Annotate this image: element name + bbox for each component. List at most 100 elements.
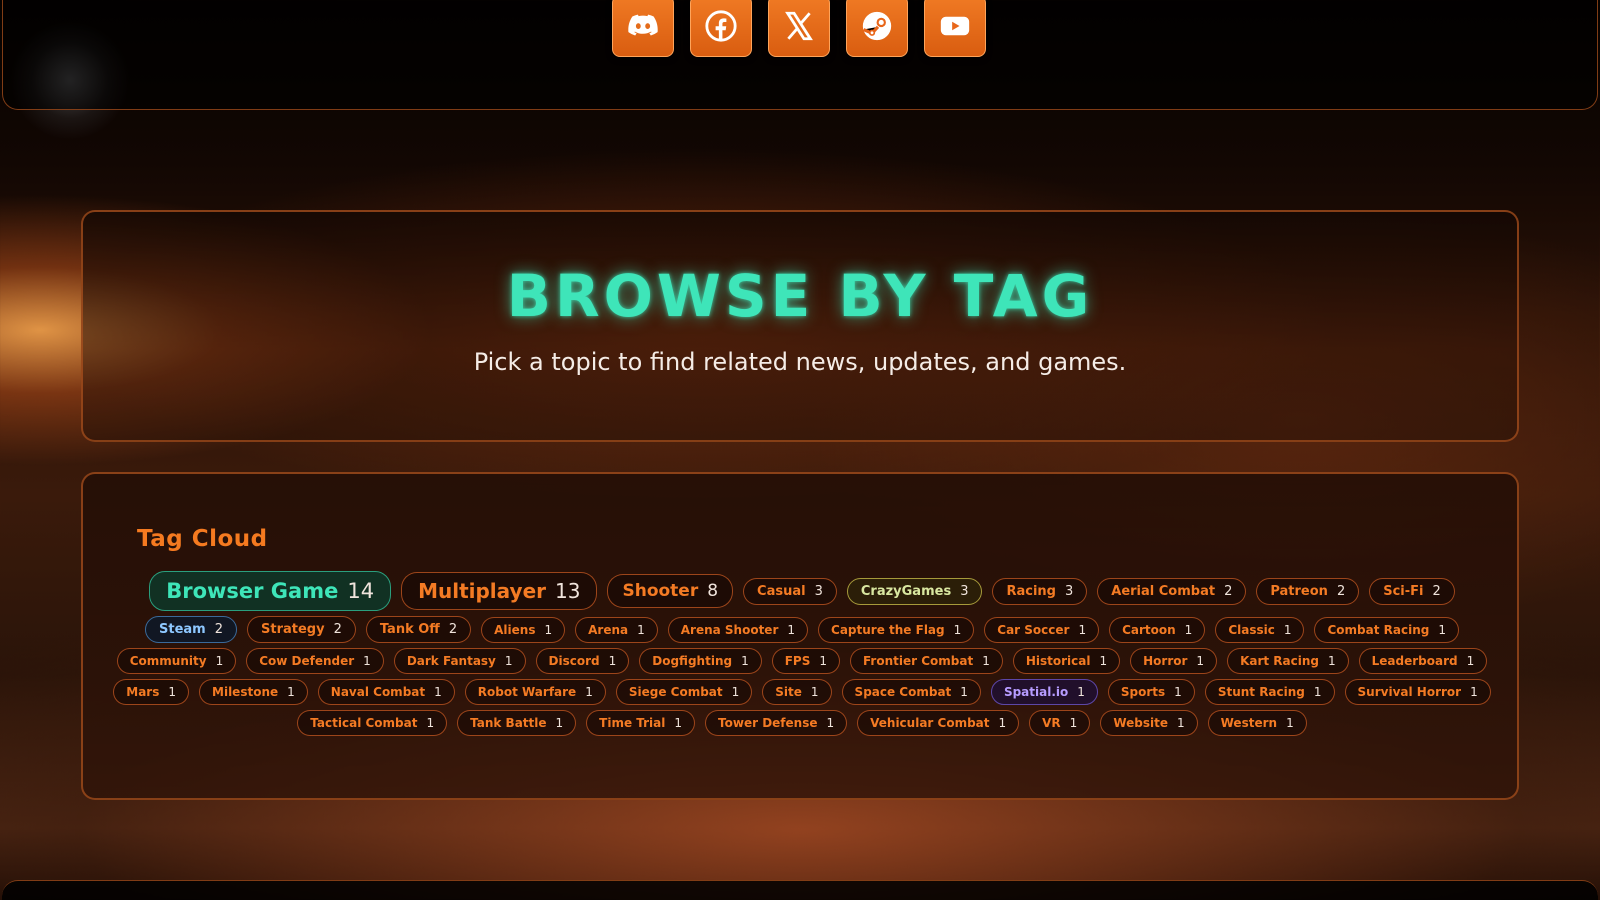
tag-link[interactable]: Robot Warfare 1 — [464, 679, 606, 705]
tag-link[interactable]: Historical 1 — [1012, 648, 1121, 674]
tag-count: 14 — [347, 579, 375, 603]
tag-link[interactable]: Discord 1 — [535, 648, 630, 674]
tag-count: 1 — [544, 622, 553, 637]
tag-link[interactable]: Community 1 — [116, 648, 237, 674]
tag-count: 1 — [810, 685, 819, 699]
tag-link[interactable]: Combat Racing 1 — [1314, 616, 1459, 643]
tag-cloud-title: Tag Cloud — [137, 526, 268, 552]
tag-count: 1 — [674, 716, 683, 730]
tag-link[interactable]: Capture the Flag 1 — [818, 616, 975, 643]
tag-count: 1 — [434, 685, 442, 699]
steam-icon — [862, 11, 892, 41]
tag-label: Casual — [757, 583, 806, 599]
tag-link[interactable]: Tank Battle 1 — [457, 710, 577, 736]
tag-link[interactable]: Sports 1 — [1107, 679, 1195, 705]
tag-link[interactable]: CrazyGames 3 — [846, 577, 983, 605]
tag-count: 3 — [814, 583, 823, 599]
tag-count: 1 — [363, 654, 371, 668]
tag-link[interactable]: Milestone 1 — [199, 679, 308, 705]
tag-count: 1 — [1196, 654, 1205, 668]
tag-link[interactable]: Space Combat 1 — [841, 679, 981, 705]
tag-link[interactable]: Naval Combat 1 — [317, 679, 455, 705]
tag-link[interactable]: Western 1 — [1207, 710, 1307, 736]
tag-link[interactable]: Aerial Combat 2 — [1097, 577, 1247, 605]
tag-label: Cow Defender — [259, 654, 355, 668]
tag-label: CrazyGames — [860, 583, 952, 599]
tag-label: Milestone — [212, 685, 279, 699]
tag-link[interactable]: Site 1 — [762, 679, 832, 705]
facebook-button[interactable] — [690, 0, 752, 57]
tag-link[interactable]: Aliens 1 — [481, 616, 566, 643]
tag-count: 1 — [1174, 685, 1182, 699]
tag-count: 3 — [960, 583, 969, 599]
steam-button[interactable] — [846, 0, 908, 57]
tag-label: Dogfighting — [652, 654, 733, 668]
discord-icon — [628, 14, 658, 36]
tag-label: Combat Racing — [1327, 622, 1430, 637]
tag-link[interactable]: Tank Off 2 — [365, 616, 472, 643]
tag-link[interactable]: Classic 1 — [1215, 616, 1305, 643]
tag-link[interactable]: Cartoon 1 — [1109, 616, 1206, 643]
tag-label: Aliens — [494, 622, 536, 637]
tag-label: Mars — [126, 685, 160, 699]
youtube-button[interactable] — [924, 0, 986, 57]
tag-link[interactable]: Vehicular Combat 1 — [857, 710, 1020, 736]
tag-link[interactable]: Time Trial 1 — [586, 710, 696, 736]
tag-link[interactable]: Stunt Racing 1 — [1204, 679, 1335, 705]
tag-label: Time Trial — [599, 716, 666, 730]
tag-link[interactable]: Siege Combat 1 — [615, 679, 753, 705]
tag-link[interactable]: Tactical Combat 1 — [297, 710, 448, 736]
tag-count: 1 — [1470, 685, 1478, 699]
tag-link[interactable]: Frontier Combat 1 — [850, 648, 1003, 674]
tag-link[interactable]: VR 1 — [1029, 710, 1091, 736]
tag-count: 1 — [504, 654, 513, 668]
tag-link[interactable]: Dogfighting 1 — [639, 648, 762, 674]
tag-link[interactable]: Website 1 — [1100, 710, 1198, 736]
tag-count: 2 — [214, 622, 223, 637]
tag-count: 1 — [1184, 622, 1193, 637]
tag-label: FPS — [784, 654, 811, 668]
tag-link[interactable]: Racing 3 — [992, 577, 1088, 605]
tag-count: 1 — [168, 685, 177, 699]
tag-label: Tank Off — [379, 622, 440, 637]
tag-link[interactable]: Browser Game 14 — [149, 571, 392, 611]
tag-label: Arena — [588, 622, 629, 637]
tag-link[interactable]: Strategy 2 — [247, 616, 356, 643]
discord-button[interactable] — [612, 0, 674, 57]
tag-label: Sci-Fi — [1383, 583, 1424, 599]
tag-label: Tank Battle — [470, 716, 547, 730]
tag-label: Cartoon — [1122, 622, 1176, 637]
tag-label: Leaderboard — [1371, 654, 1458, 668]
tag-link[interactable]: Steam 2 — [145, 616, 237, 643]
tag-link[interactable]: Patreon 2 — [1256, 577, 1360, 605]
tag-label: Community — [129, 654, 207, 668]
tag-label: Survival Horror — [1357, 685, 1462, 699]
tag-label: Car Soccer — [997, 622, 1070, 637]
tag-link[interactable]: FPS 1 — [771, 648, 840, 674]
tag-link[interactable]: Kart Racing 1 — [1227, 648, 1349, 674]
tag-link[interactable]: Spatial.io 1 — [990, 679, 1098, 705]
tag-count: 1 — [787, 622, 796, 637]
tag-count: 1 — [215, 654, 224, 668]
tag-link[interactable]: Leaderboard 1 — [1358, 648, 1488, 674]
tag-link[interactable]: Tower Defense 1 — [705, 710, 848, 736]
tag-link[interactable]: Survival Horror 1 — [1344, 679, 1491, 705]
tag-link[interactable]: Horror 1 — [1130, 648, 1218, 674]
tag-count: 1 — [953, 622, 962, 637]
footer-bar — [2, 880, 1598, 900]
tag-link[interactable]: Mars 1 — [113, 679, 190, 705]
tag-count: 1 — [637, 622, 645, 637]
tag-link[interactable]: Cow Defender 1 — [246, 648, 384, 674]
tag-count: 1 — [1099, 654, 1108, 668]
tag-link[interactable]: Arena 1 — [575, 616, 658, 643]
tag-link[interactable]: Dark Fantasy 1 — [393, 648, 526, 674]
tag-link[interactable]: Sci-Fi 2 — [1369, 577, 1455, 605]
tag-link[interactable]: Car Soccer 1 — [984, 616, 1100, 643]
tag-count: 1 — [1283, 622, 1292, 637]
tag-link[interactable]: Multiplayer 13 — [401, 572, 598, 610]
tag-link[interactable]: Arena Shooter 1 — [667, 616, 809, 643]
x-button[interactable] — [768, 0, 830, 57]
tag-link[interactable]: Casual 3 — [743, 577, 837, 605]
tag-link[interactable]: Shooter 8 — [607, 574, 734, 608]
tag-label: Vehicular Combat — [870, 716, 990, 730]
